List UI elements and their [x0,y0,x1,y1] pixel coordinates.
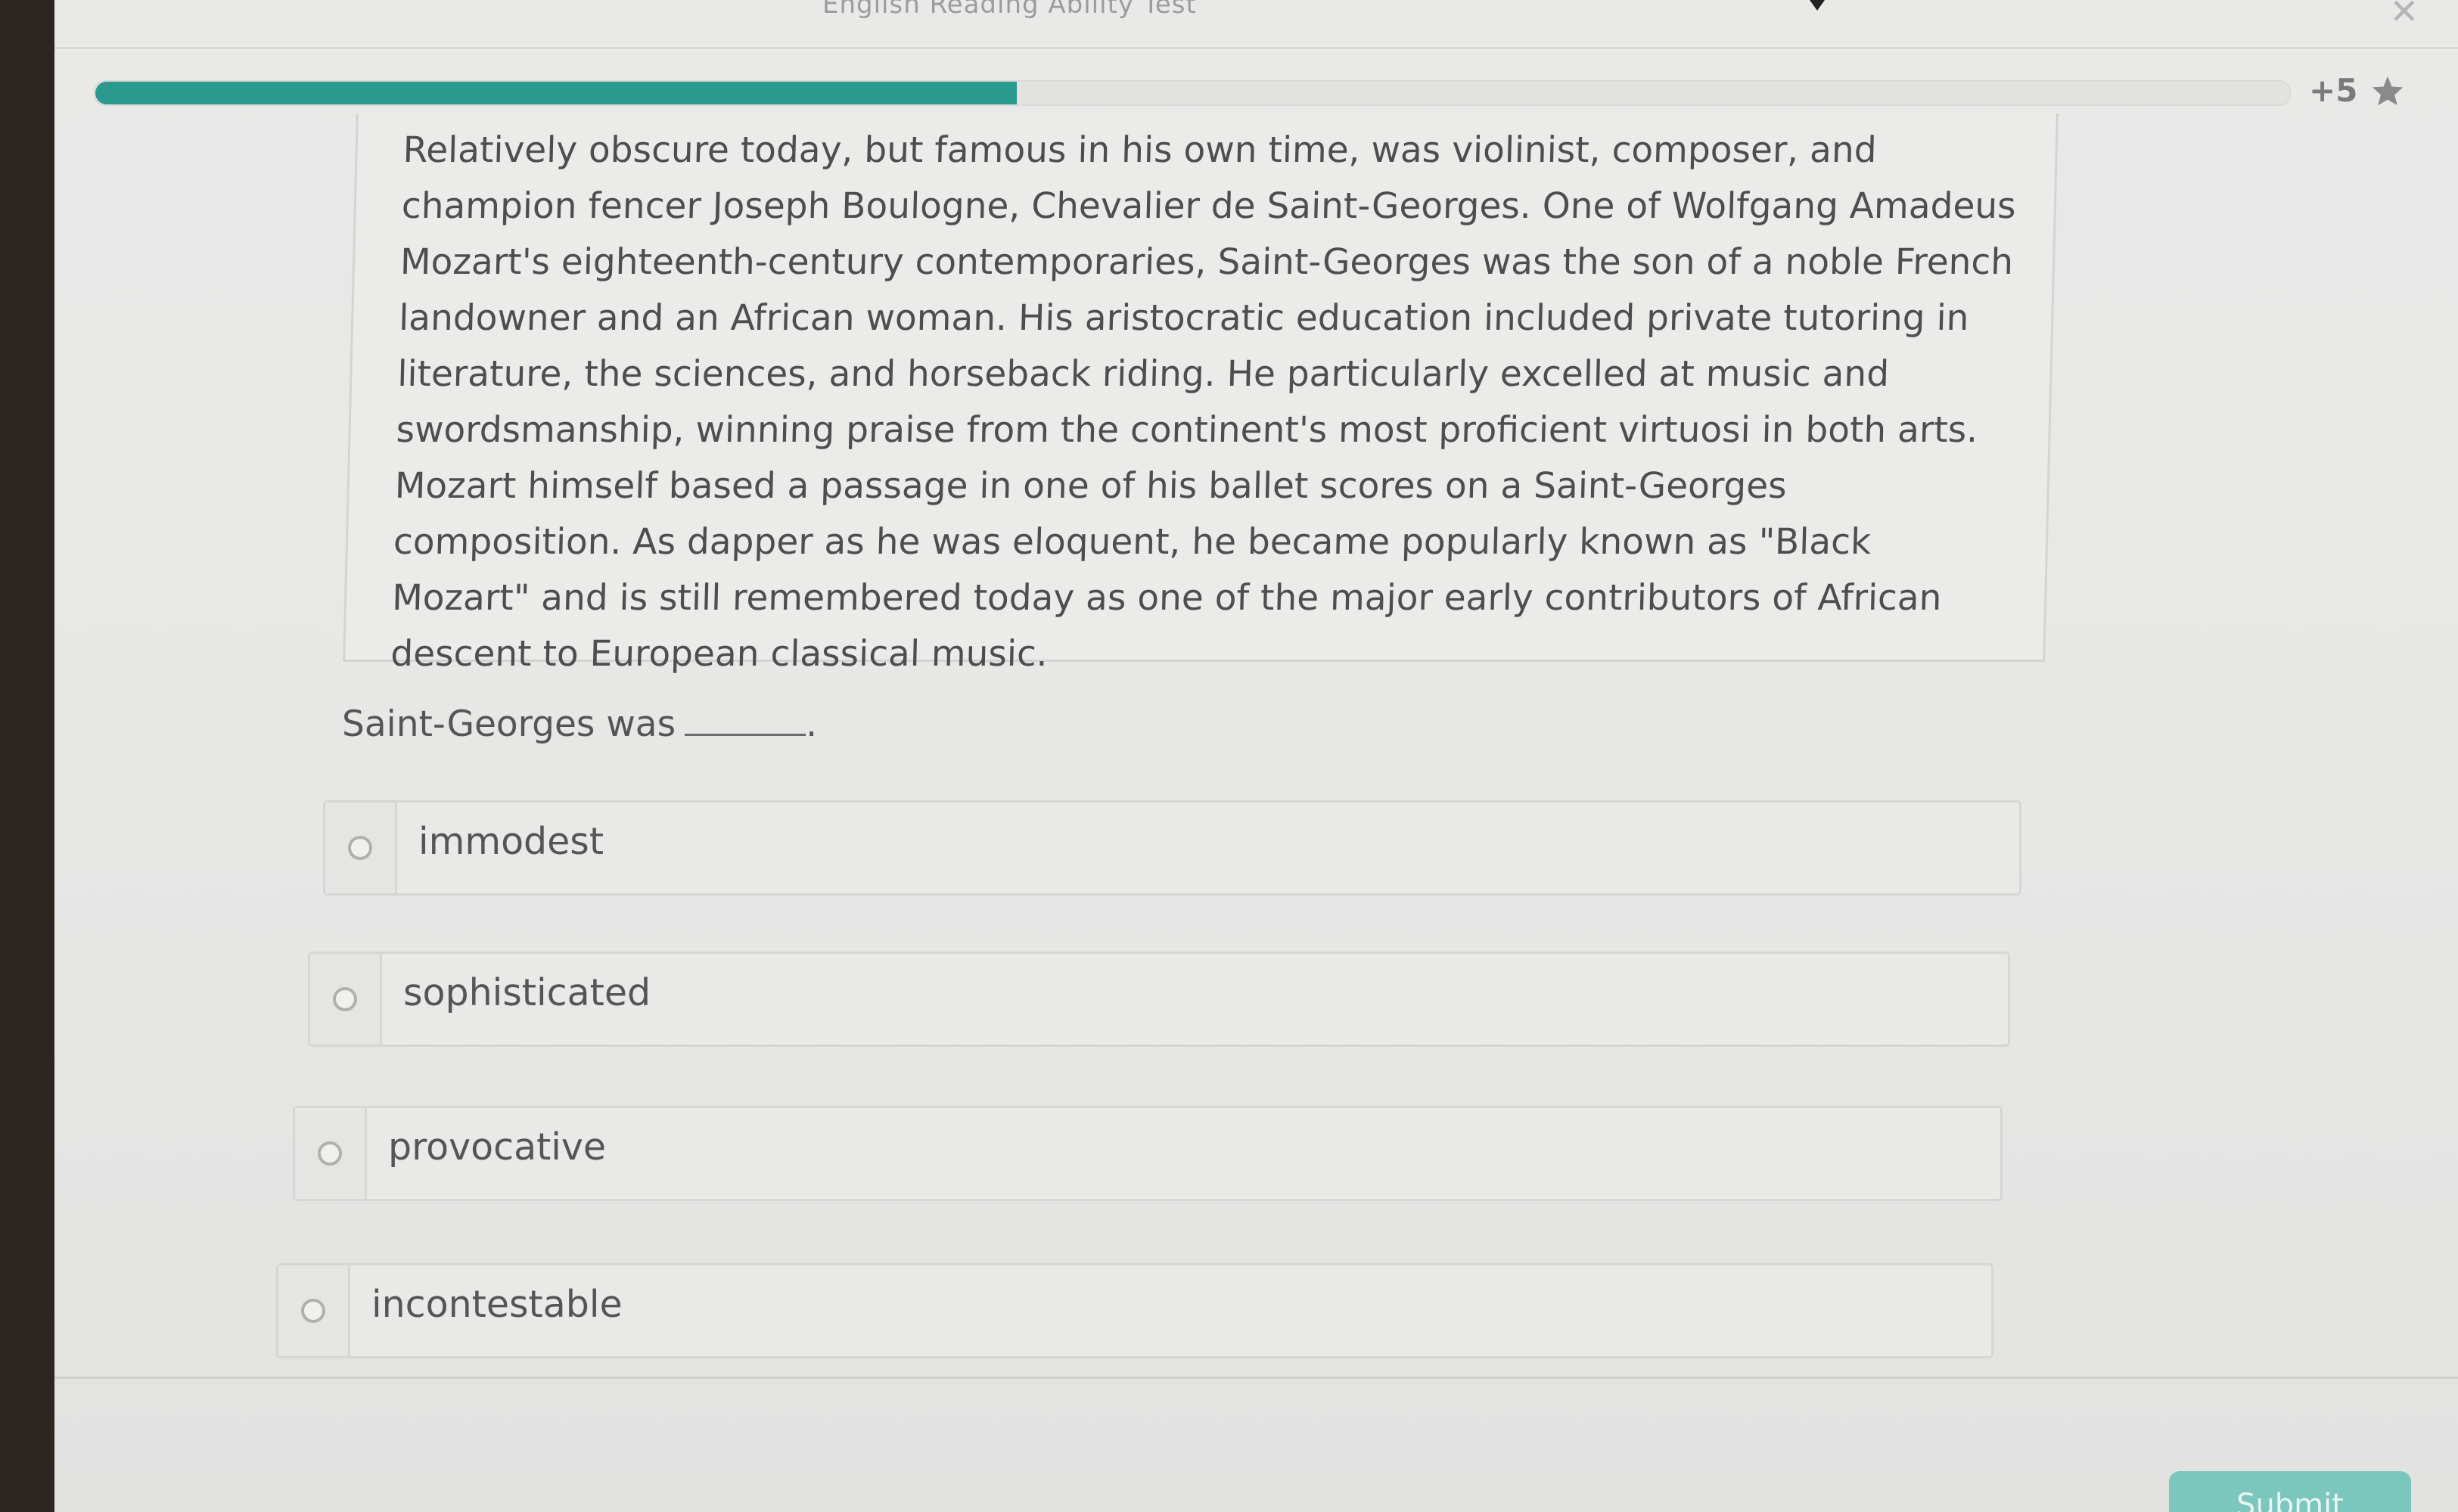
answer-option-incontestable[interactable]: incontestable [276,1263,1993,1358]
option-label[interactable]: immodest [397,789,604,893]
option-label[interactable]: sophisticated [382,940,651,1045]
answer-option-provocative[interactable]: provocative [293,1106,2003,1201]
reading-passage: Relatively obscure today, but famous in … [343,113,2059,675]
points-indicator: +5 [2309,72,2404,109]
radio-button-icon[interactable] [333,987,357,1011]
radio-cell[interactable] [278,1265,350,1356]
radio-button-icon[interactable] [318,1141,342,1166]
progress-bar [94,80,2291,106]
option-label[interactable]: provocative [367,1094,606,1199]
question-prompt: Saint-Georges was. [342,703,817,745]
footer-divider [54,1377,2458,1379]
radio-button-icon[interactable] [301,1299,325,1323]
question-end-punctuation: . [806,703,818,745]
passage-text: Relatively obscure today, but famous in … [390,129,2017,675]
close-icon[interactable]: ✕ [2389,0,2419,32]
app-title: English Reading Ability Test [822,0,1197,20]
radio-cell[interactable] [295,1108,367,1199]
radio-button-icon[interactable] [348,836,372,860]
answer-blank [685,731,806,736]
title-bar: English Reading Ability Test ✕ [54,0,2458,49]
radio-cell[interactable] [310,954,382,1045]
question-stem: Saint-Georges was [342,703,676,745]
answer-option-sophisticated[interactable]: sophisticated [308,952,2010,1047]
radio-cell[interactable] [325,803,397,893]
mouse-cursor-icon [1810,0,1825,11]
option-label[interactable]: incontestable [350,1252,623,1356]
answer-option-immodest[interactable]: immodest [323,800,2021,896]
submit-button[interactable]: Submit [2169,1471,2411,1512]
points-label: +5 [2309,72,2358,109]
star-icon [2371,75,2404,107]
progress-fill [95,82,1017,104]
test-screen: English Reading Ability Test ✕ +5 Relati… [54,0,2458,1512]
